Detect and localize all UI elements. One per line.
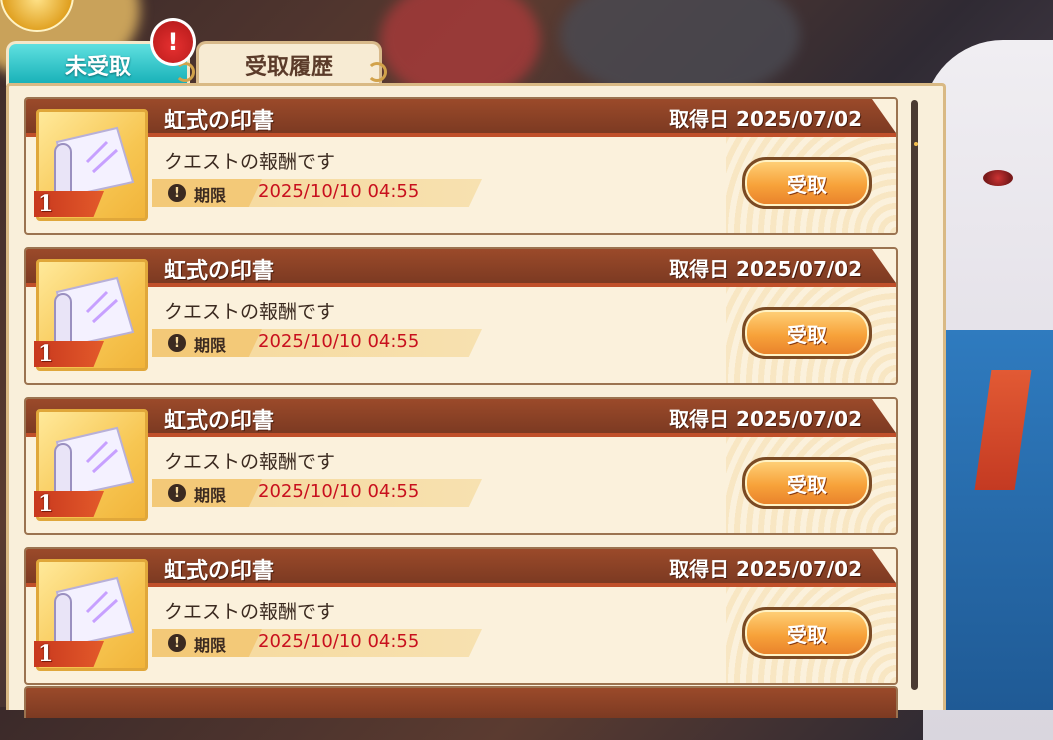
claim-button[interactable]: 受取	[742, 457, 872, 509]
deadline-value: 2025/10/10 04:55	[258, 631, 420, 652]
list-item: 1 虹式の印書 取得日 2025/07/02 クエストの報酬です ! 期限 20…	[24, 97, 898, 235]
item-description: クエストの報酬です	[164, 151, 336, 173]
alert-icon: !	[167, 28, 179, 56]
warning-icon: !	[168, 634, 186, 652]
list-item: 1 虹式の印書 取得日 2025/07/02 クエストの報酬です ! 期限 20…	[24, 397, 898, 535]
item-quantity: 1	[38, 491, 54, 517]
scrollbar[interactable]	[911, 100, 918, 690]
item-description: クエストの報酬です	[164, 301, 336, 323]
claim-button[interactable]: 受取	[742, 157, 872, 209]
claim-button-label: 受取	[787, 322, 827, 347]
tab-claim-history[interactable]: 受取履歴	[196, 41, 387, 86]
deadline-value: 2025/10/10 04:55	[258, 331, 420, 352]
claim-button-label: 受取	[787, 172, 827, 197]
acquired-date: 取得日 2025/07/02	[669, 557, 862, 581]
item-description: クエストの報酬です	[164, 601, 336, 623]
acquired-date: 取得日 2025/07/02	[669, 407, 862, 431]
character-eye	[983, 170, 1013, 186]
acquired-date: 取得日 2025/07/02	[669, 107, 862, 131]
list-item: 1 虹式の印書 取得日 2025/07/02 クエストの報酬です ! 期限 20…	[24, 247, 898, 385]
deadline-label: 期限	[194, 336, 227, 355]
claim-button-label: 受取	[787, 472, 827, 497]
tab-label: 未受取	[64, 55, 131, 80]
acquired-date: 取得日 2025/07/02	[669, 257, 862, 281]
list-item-partial	[24, 686, 898, 718]
deadline-label: 期限	[194, 636, 227, 655]
deadline-value: 2025/10/10 04:55	[258, 181, 420, 202]
item-description: クエストの報酬です	[164, 451, 336, 473]
tab-curl-decoration	[367, 62, 387, 82]
claim-button[interactable]: 受取	[742, 607, 872, 659]
item-name: 虹式の印書	[164, 259, 275, 284]
claim-button[interactable]: 受取	[742, 307, 872, 359]
item-name: 虹式の印書	[164, 559, 275, 584]
deadline-label: 期限	[194, 186, 227, 205]
item-quantity: 1	[38, 191, 54, 217]
claim-button-label: 受取	[787, 622, 827, 647]
item-name: 虹式の印書	[164, 109, 275, 134]
warning-icon: !	[168, 484, 186, 502]
alert-badge: !	[150, 18, 196, 66]
list-item: 1 虹式の印書 取得日 2025/07/02 クエストの報酬です ! 期限 20…	[24, 547, 898, 685]
deadline-label: 期限	[194, 486, 227, 505]
warning-icon: !	[168, 334, 186, 352]
warning-icon: !	[168, 184, 186, 202]
item-name: 虹式の印書	[164, 409, 275, 434]
deadline-value: 2025/10/10 04:55	[258, 481, 420, 502]
tab-label: 受取履歴	[244, 55, 333, 80]
scroll-thumb[interactable]	[914, 142, 918, 146]
item-quantity: 1	[38, 641, 54, 667]
item-quantity: 1	[38, 341, 54, 367]
